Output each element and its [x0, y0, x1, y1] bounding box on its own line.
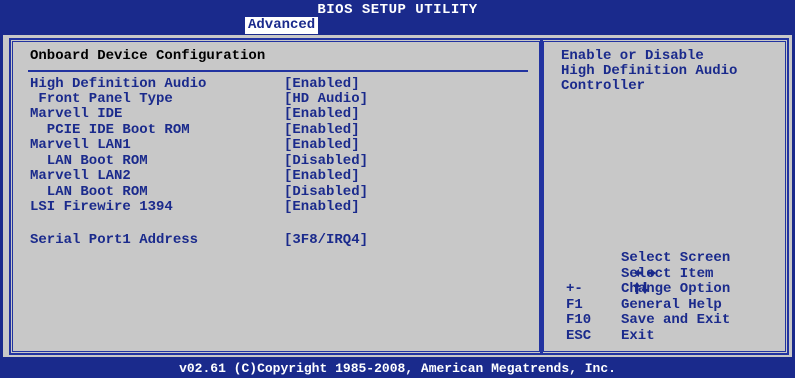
key-desc: General Help: [621, 296, 722, 313]
setting-value[interactable]: [Enabled]: [284, 169, 360, 184]
setting-value[interactable]: [HD Audio]: [284, 92, 368, 107]
help-line: Controller: [561, 78, 646, 94]
setting-label: LAN Boot ROM: [30, 184, 148, 200]
setting-label: LSI Firewire 1394: [30, 199, 173, 215]
key-desc: Select Screen: [621, 250, 731, 266]
key-label: F1: [566, 296, 583, 313]
help-line: High Definition Audio: [561, 63, 738, 79]
setting-label: High Definition Audio: [30, 76, 207, 92]
setting-value[interactable]: [Enabled]: [284, 200, 360, 215]
setting-label: Serial Port1 Address: [30, 232, 199, 248]
copyright-footer: v02.61 (C)Copyright 1985-2008, American …: [179, 361, 616, 376]
setting-value[interactable]: [Enabled]: [284, 107, 360, 122]
help-line: Enable or Disable: [561, 48, 704, 64]
top-bar: BIOS SETUP UTILITY Advanced: [0, 0, 795, 35]
setting-value[interactable]: [Disabled]: [284, 154, 368, 169]
setting-value[interactable]: [3F8/IRQ4]: [284, 233, 368, 248]
help-text: Enable or Disable High Definition Audio …: [561, 49, 781, 94]
setting-label: Marvell LAN2: [30, 168, 131, 184]
setting-label: LAN Boot ROM: [30, 153, 148, 169]
main-panel: Onboard Device Configuration High Defini…: [3, 35, 792, 357]
key-label: +-: [566, 281, 583, 297]
setting-label: Front Panel Type: [30, 91, 173, 107]
tab-advanced[interactable]: Advanced: [245, 17, 319, 34]
key-desc: Save and Exit: [621, 312, 731, 328]
setting-value[interactable]: [Enabled]: [284, 138, 360, 153]
key-desc: Exit: [621, 327, 655, 344]
setting-value[interactable]: [Disabled]: [284, 185, 368, 200]
key-desc: Select Item: [621, 265, 714, 282]
section-divider: [28, 70, 528, 72]
bios-title: BIOS SETUP UTILITY: [317, 2, 478, 18]
setting-label: Marvell IDE: [30, 106, 123, 122]
key-label: F10: [566, 312, 592, 328]
key-desc: Change Option: [621, 281, 731, 297]
setting-label: PCIE IDE Boot ROM: [30, 122, 190, 138]
section-title: Onboard Device Configuration: [30, 48, 266, 64]
setting-value[interactable]: [Enabled]: [284, 77, 360, 92]
setting-value[interactable]: [Enabled]: [284, 123, 360, 138]
setting-label: Marvell LAN1: [30, 137, 131, 153]
key-label: ESC: [566, 327, 592, 344]
